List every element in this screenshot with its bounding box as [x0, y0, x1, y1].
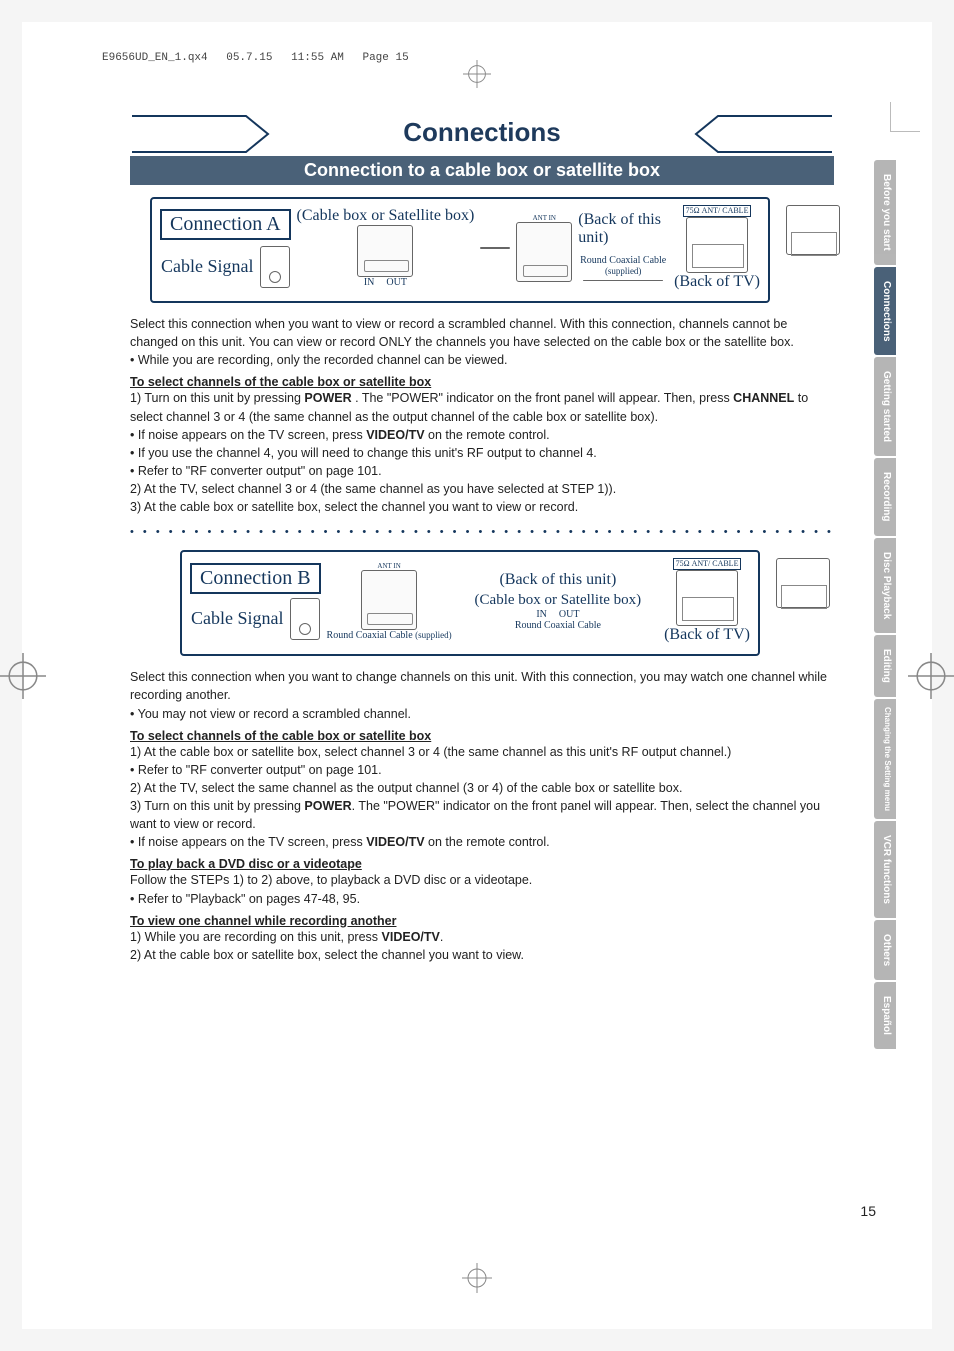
registration-mark-right-icon	[908, 653, 954, 699]
page-number: 15	[860, 1203, 876, 1219]
page-content: Connections Connection to a cable box or…	[130, 114, 834, 964]
conn-b-step3: 3) Turn on this unit by pressing POWER. …	[130, 797, 834, 833]
registration-mark-left-icon	[0, 653, 46, 699]
conn-a-step1a: • If noise appears on the TV screen, pre…	[130, 426, 834, 444]
tab-changing-setting[interactable]: Changing the Setting menu	[874, 699, 896, 819]
conn-a-step3: 3) At the cable box or satellite box, se…	[130, 498, 834, 516]
conn-b-subhead1: To select channels of the cable box or s…	[130, 729, 834, 743]
conn-b-playback1: Follow the STEPs 1) to 2) above, to play…	[130, 871, 834, 889]
header-page: Page 15	[362, 52, 408, 64]
conn-b-intro: Select this connection when you want to …	[130, 668, 834, 704]
conn-b-rec2: 2) At the cable box or satellite box, se…	[130, 946, 834, 964]
in-label-b: IN	[536, 609, 547, 620]
side-tab-strip: Before you start Connections Getting sta…	[874, 160, 896, 1051]
coax-cable-icon	[583, 280, 663, 282]
conn-a-step1: 1) Turn on this unit by pressing POWER .…	[130, 389, 834, 425]
conn-a-step1b: • If you use the channel 4, you will nee…	[130, 444, 834, 462]
unit-front-icon	[776, 558, 830, 608]
tab-connections[interactable]: Connections	[874, 267, 896, 356]
cable-signal-label-b: Cable Signal	[191, 609, 284, 629]
conn-b-subhead3: To view one channel while recording anot…	[130, 914, 834, 928]
crop-mark-icon	[890, 102, 920, 132]
tab-others[interactable]: Others	[874, 920, 896, 980]
conn-a-step2: 2) At the TV, select channel 3 or 4 (the…	[130, 480, 834, 498]
conn-b-subhead2: To play back a DVD disc or a videotape	[130, 857, 834, 871]
conn-b-step1: 1) At the cable box or satellite box, se…	[130, 743, 834, 761]
title-bracket: Connections	[130, 114, 834, 154]
section-heading: Connection to a cable box or satellite b…	[130, 156, 834, 185]
conn-a-bullet1: • While you are recording, only the reco…	[130, 351, 834, 369]
tv-rear-icon	[676, 570, 738, 626]
header-time: 11:55 AM	[291, 52, 344, 64]
tab-editing[interactable]: Editing	[874, 635, 896, 697]
back-of-tv-label-a: (Back of TV)	[674, 273, 760, 291]
conn-b-playback1a: • Refer to "Playback" on pages 47-48, 95…	[130, 890, 834, 908]
cablebox-label-a: (Cable box or Satellite box)	[297, 208, 475, 225]
conn-a-step1c: • Refer to "RF converter output" on page…	[130, 462, 834, 480]
in-label-a: IN	[364, 277, 375, 288]
unit-front-icon	[786, 205, 840, 255]
conn-a-intro: Select this connection when you want to …	[130, 315, 834, 351]
connection-a-diagram: Connection A Cable Signal (Cable box or …	[150, 197, 770, 303]
coax-label-a: Round Coaxial Cable	[580, 255, 666, 266]
wall-outlet-icon	[290, 598, 320, 640]
conn-b-rec1: 1) While you are recording on this unit,…	[130, 928, 834, 946]
coax2-label-b: Round Coaxial Cable	[515, 620, 601, 631]
connection-a-label: Connection A	[160, 209, 291, 240]
out-label-a: OUT	[386, 277, 407, 288]
tab-recording[interactable]: Recording	[874, 458, 896, 535]
ant-marker-b: 75Ω ANT/ CABLE	[673, 558, 742, 570]
header-date: 05.7.15	[226, 52, 272, 64]
conn-b-step1a: • Refer to "RF converter output" on page…	[130, 761, 834, 779]
conn-b-bullet1: • You may not view or record a scrambled…	[130, 705, 834, 723]
unit-rear-icon	[361, 570, 417, 630]
supplied-label-a: (supplied)	[605, 266, 642, 276]
back-of-unit-label-b: (Back of this unit)	[499, 571, 616, 589]
tab-getting-started[interactable]: Getting started	[874, 357, 896, 456]
cable-box-icon	[357, 225, 413, 277]
tab-espanol[interactable]: Español	[874, 982, 896, 1049]
coax1-label-b: Round Coaxial Cable (supplied)	[327, 630, 452, 641]
page-sheet: E9656UD_EN_1.qx4 05.7.15 11:55 AM Page 1…	[22, 22, 932, 1329]
conn-a-subhead: To select channels of the cable box or s…	[130, 375, 834, 389]
connection-b-diagram: Connection B Cable Signal ANT IN Round C…	[180, 550, 760, 656]
unit-rear-icon	[516, 222, 572, 282]
registration-mark-top-icon	[463, 60, 491, 88]
back-of-unit-label-a: (Back of this unit)	[578, 211, 668, 247]
tab-before-you-start[interactable]: Before you start	[874, 160, 896, 265]
conn-b-step2: 2) At the TV, select the same channel as…	[130, 779, 834, 797]
conn-b-step3a: • If noise appears on the TV screen, pre…	[130, 833, 834, 851]
tab-disc-playback[interactable]: Disc Playback	[874, 538, 896, 633]
back-of-tv-label-b: (Back of TV)	[664, 626, 750, 644]
separator-dots: • • • • • • • • • • • • • • • • • • • • …	[130, 526, 834, 538]
print-header: E9656UD_EN_1.qx4 05.7.15 11:55 AM Page 1…	[102, 52, 421, 64]
connection-b-label: Connection B	[190, 563, 321, 594]
tab-vcr-functions[interactable]: VCR functions	[874, 821, 896, 918]
ant-marker-a: 75Ω ANT/ CABLE	[683, 205, 752, 217]
ant-in-label-b: ANT IN	[377, 562, 400, 570]
tv-rear-icon	[686, 217, 748, 273]
header-file: E9656UD_EN_1.qx4	[102, 52, 208, 64]
wall-outlet-icon	[260, 246, 290, 288]
coax-cable-icon	[480, 247, 510, 249]
page-title: Connections	[403, 117, 560, 147]
out-label-b: OUT	[559, 609, 580, 620]
ant-in-label-a: ANT IN	[533, 214, 556, 222]
cablebox-label-b: (Cable box or Satellite box)	[475, 593, 642, 609]
cable-signal-label-a: Cable Signal	[161, 257, 254, 277]
registration-mark-bottom-icon	[462, 1263, 492, 1293]
